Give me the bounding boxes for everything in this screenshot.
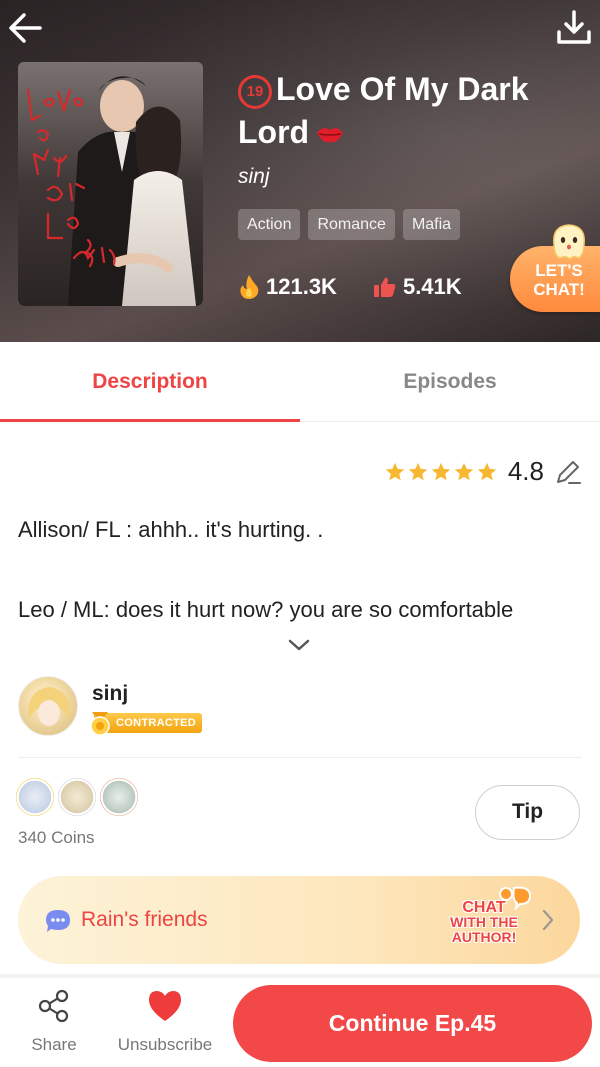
author-avatar[interactable] — [18, 676, 78, 736]
chevron-down-icon — [288, 639, 310, 651]
contracted-label: CONTRACTED — [116, 717, 196, 729]
content-tabs: Description Episodes — [0, 342, 600, 422]
author-name-header[interactable]: sinj — [238, 165, 270, 189]
views-stat: 121.3K — [238, 274, 337, 300]
tip-button[interactable]: Tip — [475, 785, 580, 840]
description-line: Leo / ML: does it hurt now? you are so c… — [18, 597, 514, 622]
rating-stars — [384, 461, 498, 483]
supporter-avatar[interactable] — [100, 778, 138, 816]
contracted-badge: CONTRACTED — [90, 712, 202, 736]
star-icon — [385, 462, 405, 480]
medal-icon — [90, 712, 110, 736]
supporter-avatar[interactable] — [58, 778, 96, 816]
star-icon — [408, 462, 428, 480]
share-label: Share — [31, 1035, 77, 1054]
chat-bubble-icon — [46, 910, 70, 932]
top-supporters[interactable] — [16, 778, 138, 816]
star-icon — [431, 462, 451, 480]
friends-label: Rain's friends — [81, 908, 208, 931]
coins-total: 340 Coins — [18, 828, 95, 847]
views-count: 121.3K — [266, 274, 337, 299]
cover-art-image — [18, 62, 203, 306]
share-icon — [38, 989, 69, 1023]
bottom-action-bar: Share Unsubscribe Continue Ep.45 — [0, 978, 600, 1067]
expand-description-button[interactable] — [286, 636, 312, 659]
book-cover — [18, 62, 203, 306]
unsubscribe-button[interactable]: Unsubscribe — [115, 988, 215, 1055]
book-title: 19 Love Of My Dark Lord — [238, 68, 578, 156]
chat-with-author-line3: AUTHOR! — [451, 929, 517, 945]
supporter-avatar[interactable] — [16, 778, 54, 816]
book-stats: 121.3K 5.41K — [238, 274, 462, 300]
thumbs-up-icon — [373, 277, 396, 297]
likes-stat: 5.41K — [373, 274, 462, 300]
genre-tags: Action Romance Mafia — [238, 209, 461, 240]
heart-icon — [149, 991, 181, 1021]
lets-chat-line2: CHAT! — [533, 280, 585, 299]
tag-mafia[interactable]: Mafia — [402, 209, 461, 240]
age-rating-badge: 19 — [238, 75, 272, 109]
back-button[interactable] — [4, 6, 48, 50]
chat-with-author-link[interactable]: CHAT WITH THE AUTHOR! — [446, 900, 522, 945]
author-name[interactable]: sinj — [92, 682, 128, 706]
chat-with-author-line1: CHAT — [462, 899, 506, 916]
description-line: Allison/ FL : ahhh.. it's hurting. . — [18, 517, 324, 542]
rating-row: 4.8 — [384, 456, 582, 487]
ghost-mascot-icon — [548, 222, 590, 267]
share-button[interactable]: Share — [4, 988, 104, 1055]
star-icon — [454, 462, 474, 480]
book-title-text: Love Of My Dark Lord — [238, 71, 529, 150]
book-header: 19 Love Of My Dark Lord sinj Action Roman… — [0, 0, 600, 342]
author-row[interactable]: sinj CONTRACTED — [18, 676, 582, 758]
tag-romance[interactable]: Romance — [308, 209, 395, 240]
download-button[interactable] — [554, 8, 594, 48]
star-icon — [477, 462, 497, 480]
tag-action[interactable]: Action — [238, 209, 301, 240]
likes-count: 5.41K — [402, 274, 462, 299]
continue-reading-button[interactable]: Continue Ep.45 — [233, 985, 592, 1062]
friends-banner[interactable]: Rain's friends CHAT WITH THE AUTHOR! — [18, 876, 580, 964]
flame-icon — [240, 275, 259, 299]
lips-icon — [315, 113, 345, 156]
chevron-right-icon — [542, 909, 554, 931]
tab-description[interactable]: Description — [0, 342, 300, 422]
description-text: Allison/ FL : ahhh.. it's hurting. . Leo… — [18, 512, 588, 628]
tab-episodes[interactable]: Episodes — [300, 342, 600, 421]
unsubscribe-label: Unsubscribe — [117, 1035, 213, 1054]
rating-value: 4.8 — [507, 456, 544, 486]
edit-pencil-icon[interactable] — [554, 458, 582, 486]
arrow-left-icon — [9, 13, 42, 43]
download-icon — [557, 10, 591, 44]
chat-with-author-line2: WITH THE — [450, 914, 518, 930]
